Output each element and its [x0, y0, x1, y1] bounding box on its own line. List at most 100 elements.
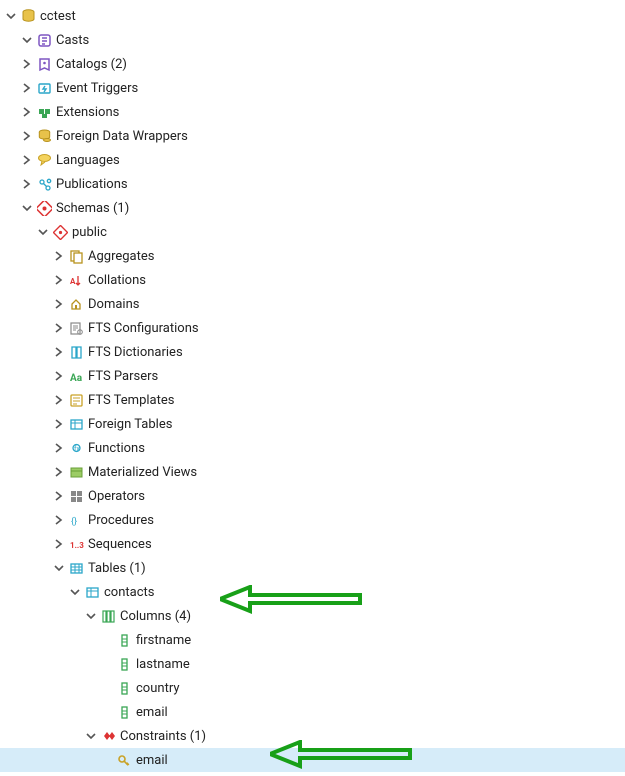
- tree-node-label: Languages: [56, 153, 120, 168]
- column-icon: [116, 632, 132, 648]
- toggle-placeholder: [100, 633, 114, 647]
- tree-node-ftsdict[interactable]: FTS Dictionaries: [0, 340, 625, 364]
- chevron-down-icon[interactable]: [84, 729, 98, 743]
- tree-node-label: Materialized Views: [88, 465, 197, 480]
- tree-node-ftables[interactable]: Foreign Tables: [0, 412, 625, 436]
- tree-node-label: Foreign Data Wrappers: [56, 129, 188, 144]
- schema-icon: [52, 224, 68, 240]
- tree-node-label: Extensions: [56, 105, 119, 120]
- chevron-right-icon[interactable]: [52, 249, 66, 263]
- chevron-down-icon[interactable]: [68, 585, 82, 599]
- tree-node-pub[interactable]: Publications: [0, 172, 625, 196]
- catalogs-icon: [36, 56, 52, 72]
- toggle-placeholder: [100, 705, 114, 719]
- tree-node-label: FTS Templates: [88, 393, 174, 408]
- tree-node-label: Foreign Tables: [88, 417, 172, 432]
- tree-node-label: email: [136, 753, 168, 768]
- chevron-right-icon[interactable]: [52, 441, 66, 455]
- functions-icon: [68, 440, 84, 456]
- tree-node-schemas[interactable]: Schemas (1): [0, 196, 625, 220]
- tree-node-ext[interactable]: Extensions: [0, 100, 625, 124]
- chevron-down-icon[interactable]: [4, 9, 18, 23]
- tree-node-label: Domains: [88, 297, 139, 312]
- tree-node-fdw[interactable]: Foreign Data Wrappers: [0, 124, 625, 148]
- fts-dict-icon: [68, 344, 84, 360]
- object-tree[interactable]: cctest CastsCatalogs (2)Event Triggers Ext…: [0, 0, 625, 776]
- chevron-right-icon[interactable]: [52, 345, 66, 359]
- constraints-icon: [100, 728, 116, 744]
- operators-icon: [68, 488, 84, 504]
- tree-node-label: Columns (4): [120, 609, 191, 624]
- chevron-right-icon[interactable]: [52, 489, 66, 503]
- tree-node-coll[interactable]: Collations: [0, 268, 625, 292]
- chevron-down-icon[interactable]: [36, 225, 50, 239]
- tree-node-constr[interactable]: Constraints (1): [0, 724, 625, 748]
- tree-node-dom[interactable]: Domains: [0, 292, 625, 316]
- tree-node-ftspars[interactable]: FTS Parsers: [0, 364, 625, 388]
- tree-node-procs[interactable]: Procedures: [0, 508, 625, 532]
- chevron-down-icon[interactable]: [52, 561, 66, 575]
- chevron-down-icon[interactable]: [20, 33, 34, 47]
- chevron-right-icon[interactable]: [20, 177, 34, 191]
- tables-icon: [68, 560, 84, 576]
- column-icon: [116, 680, 132, 696]
- tree-node-columns[interactable]: Columns (4): [0, 604, 625, 628]
- tree-node-label: email: [136, 705, 168, 720]
- chevron-right-icon[interactable]: [52, 297, 66, 311]
- tree-node-lastname[interactable]: lastname: [0, 652, 625, 676]
- tree-node-label: Collations: [88, 273, 146, 288]
- aggregates-icon: [68, 248, 84, 264]
- tree-node-catalogs[interactable]: Catalogs (2): [0, 52, 625, 76]
- tree-node-label: Operators: [88, 489, 145, 504]
- tree-node-aggr[interactable]: Aggregates: [0, 244, 625, 268]
- tree-node-country[interactable]: country: [0, 676, 625, 700]
- chevron-right-icon[interactable]: [20, 129, 34, 143]
- chevron-right-icon[interactable]: [52, 393, 66, 407]
- column-icon: [116, 656, 132, 672]
- tree-node-mviews[interactable]: Materialized Views: [0, 460, 625, 484]
- publications-icon: [36, 176, 52, 192]
- chevron-right-icon[interactable]: [20, 81, 34, 95]
- chevron-right-icon[interactable]: [52, 321, 66, 335]
- tree-node-emailpk[interactable]: email: [0, 748, 625, 772]
- chevron-right-icon[interactable]: [52, 513, 66, 527]
- tree-node-lang[interactable]: Languages: [0, 148, 625, 172]
- tree-node-label: contacts: [104, 585, 155, 600]
- tree-node-ops[interactable]: Operators: [0, 484, 625, 508]
- chevron-right-icon[interactable]: [20, 153, 34, 167]
- chevron-right-icon[interactable]: [52, 273, 66, 287]
- chevron-right-icon[interactable]: [52, 417, 66, 431]
- tree-node-ftstmpl[interactable]: FTS Templates: [0, 388, 625, 412]
- tree-node-label: Sequences: [88, 537, 152, 552]
- tree-node-label: FTS Configurations: [88, 321, 199, 336]
- chevron-right-icon[interactable]: [52, 537, 66, 551]
- languages-icon: [36, 152, 52, 168]
- tree-node-label: cctest: [40, 9, 76, 24]
- tree-node-label: lastname: [136, 657, 190, 672]
- tree-node-seqs[interactable]: Sequences: [0, 532, 625, 556]
- schemas-icon: [36, 200, 52, 216]
- tree-node-tables[interactable]: Tables (1): [0, 556, 625, 580]
- tree-node-public[interactable]: public: [0, 220, 625, 244]
- tree-node-firstname[interactable]: firstname: [0, 628, 625, 652]
- tree-node-emailcol[interactable]: email: [0, 700, 625, 724]
- tree-node-label: firstname: [136, 633, 191, 648]
- chevron-down-icon[interactable]: [20, 201, 34, 215]
- tree-node-ftsconf[interactable]: FTS Configurations: [0, 316, 625, 340]
- chevron-right-icon[interactable]: [52, 465, 66, 479]
- fts-config-icon: [68, 320, 84, 336]
- tree-node-funcs[interactable]: Functions: [0, 436, 625, 460]
- tree-node-casts[interactable]: Casts: [0, 28, 625, 52]
- tree-node-label: FTS Dictionaries: [88, 345, 183, 360]
- chevron-down-icon[interactable]: [84, 609, 98, 623]
- event-triggers-icon: [36, 80, 52, 96]
- tree-node-contacts[interactable]: contacts: [0, 580, 625, 604]
- chevron-right-icon[interactable]: [52, 369, 66, 383]
- chevron-right-icon[interactable]: [20, 57, 34, 71]
- tree-node-evtrig[interactable]: Event Triggers: [0, 76, 625, 100]
- fdw-icon: [36, 128, 52, 144]
- tree-node-label: Procedures: [88, 513, 154, 528]
- tree-node-cctest[interactable]: cctest: [0, 4, 625, 28]
- chevron-right-icon[interactable]: [20, 105, 34, 119]
- extensions-icon: [36, 104, 52, 120]
